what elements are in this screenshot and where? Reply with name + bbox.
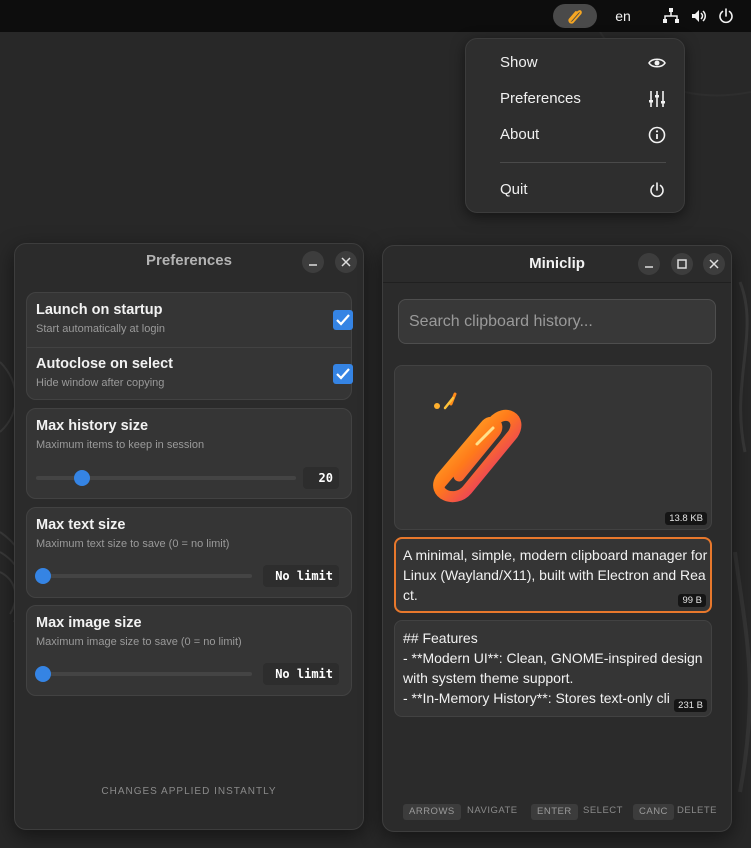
minimize-button[interactable]: [302, 251, 324, 273]
volume-icon[interactable]: [690, 7, 708, 25]
header-divider: [383, 282, 731, 283]
shortcut-hints: ARROWS NAVIGATE ENTER SELECT CANC DELETE: [383, 804, 731, 822]
minimize-icon: [309, 264, 317, 266]
power-icon[interactable]: [717, 7, 735, 25]
close-icon: [709, 259, 719, 269]
checkmark-icon: [336, 368, 350, 380]
autoclose-checkbox[interactable]: [333, 364, 353, 384]
shortcut-key: ENTER: [531, 804, 578, 820]
max-image-card: Max image size Maximum image size to sav…: [26, 605, 352, 696]
menu-item-about[interactable]: About: [466, 119, 684, 151]
footer-note: CHANGES APPLIED INSTANTLY: [101, 786, 277, 797]
shortcut-action: SELECT: [583, 805, 623, 816]
toggles-card: Launch on startup Start automatically at…: [26, 292, 353, 400]
size-badge: 99 B: [678, 594, 706, 607]
menu-item-label: Quit: [500, 181, 528, 198]
max-history-card: Max history size Maximum items to keep i…: [26, 408, 352, 499]
network-icon[interactable]: [662, 7, 680, 25]
maximize-button[interactable]: [671, 253, 693, 275]
clipboard-item-text[interactable]: ## Features - **Modern UI**: Clean, GNOM…: [394, 620, 712, 717]
menu-item-label: About: [500, 126, 540, 143]
info-icon: [648, 126, 666, 144]
size-badge: 13.8 KB: [665, 512, 707, 525]
minimize-icon: [645, 266, 653, 268]
launch-on-startup-label: Launch on startup: [36, 302, 163, 318]
clip-text: ## Features - **Modern UI**: Clean, GNOM…: [403, 630, 703, 706]
autoclose-label: Autoclose on select: [36, 356, 173, 372]
autoclose-subtitle: Hide window after copying: [36, 377, 165, 389]
launch-on-startup-checkbox[interactable]: [333, 310, 353, 330]
maximize-icon: [677, 259, 687, 269]
max-image-label: Max image size: [36, 615, 142, 631]
shortcut-action: NAVIGATE: [467, 805, 518, 816]
close-icon: [341, 257, 351, 267]
max-text-slider[interactable]: [36, 574, 252, 578]
max-image-slider-knob[interactable]: [35, 666, 51, 682]
tray-app-button[interactable]: [553, 4, 597, 28]
miniclip-window: Miniclip 13.8 KB: [382, 245, 732, 832]
menu-separator: [500, 162, 666, 163]
shortcut-key: CANC: [633, 804, 674, 820]
paperclip-image: [433, 392, 522, 503]
clip-text: A minimal, simple, modern clipboard mana…: [403, 547, 712, 603]
minimize-button[interactable]: [638, 253, 660, 275]
preferences-window: Preferences Launch on startup Start auto…: [14, 243, 364, 830]
shortcut-action: DELETE: [677, 805, 717, 816]
search-input[interactable]: [398, 299, 716, 344]
clipboard-item-text-selected[interactable]: A minimal, simple, modern clipboard mana…: [394, 537, 712, 613]
max-text-slider-knob[interactable]: [35, 568, 51, 584]
paperclip-icon: [568, 10, 582, 24]
power-icon: [650, 182, 664, 198]
max-history-value: 20: [303, 467, 339, 489]
close-button[interactable]: [703, 253, 725, 275]
max-history-slider-knob[interactable]: [74, 470, 90, 486]
launch-on-startup-subtitle: Start automatically at login: [36, 323, 166, 335]
max-text-value: No limit: [263, 565, 339, 587]
top-bar: en: [0, 0, 751, 32]
menu-item-label: Show: [500, 54, 538, 71]
menu-item-preferences[interactable]: Preferences: [466, 83, 684, 115]
language-indicator[interactable]: en: [610, 8, 636, 24]
max-text-subtitle: Maximum text size to save (0 = no limit): [36, 538, 230, 550]
max-text-card: Max text size Maximum text size to save …: [26, 507, 352, 598]
row-divider: [27, 347, 351, 348]
clipboard-item-image[interactable]: 13.8 KB: [394, 365, 712, 530]
max-text-label: Max text size: [36, 517, 126, 533]
shortcut-key: ARROWS: [403, 804, 461, 820]
max-image-slider[interactable]: [36, 672, 252, 676]
max-history-subtitle: Maximum items to keep in session: [36, 439, 205, 451]
eye-icon: [648, 58, 666, 68]
max-image-subtitle: Maximum image size to save (0 = no limit…: [36, 636, 242, 648]
menu-item-show[interactable]: Show: [466, 47, 684, 79]
max-image-value: No limit: [263, 663, 339, 685]
close-button[interactable]: [335, 251, 357, 273]
checkmark-icon: [336, 314, 350, 326]
max-history-label: Max history size: [36, 418, 149, 434]
tray-menu: Show Preferences About Quit: [465, 38, 685, 213]
size-badge: 231 B: [674, 699, 707, 712]
sliders-icon: [649, 91, 665, 107]
menu-item-quit[interactable]: Quit: [466, 174, 684, 206]
menu-item-label: Preferences: [500, 90, 581, 107]
